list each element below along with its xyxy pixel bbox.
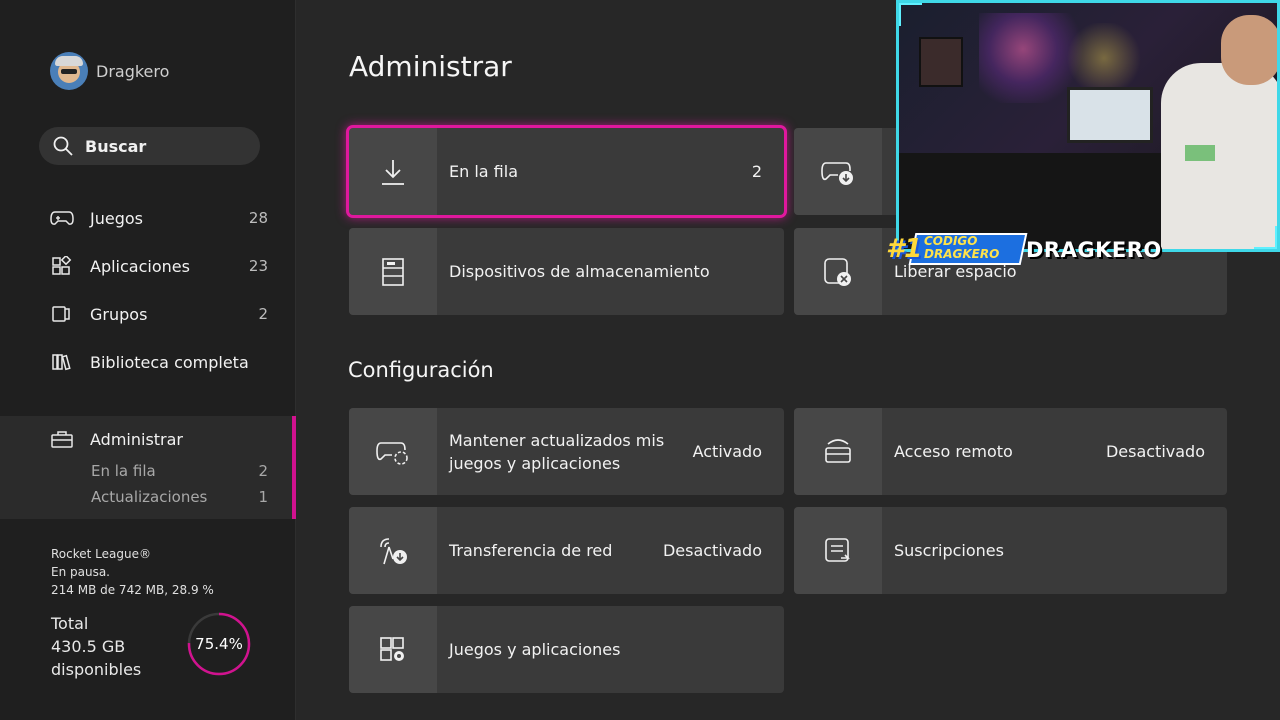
tile-label: Dispositivos de almacenamiento — [449, 262, 710, 281]
games-apps-settings-icon — [380, 636, 404, 661]
creator-code-banner: #1 CODIGO DRAGKERO DRAGKERO — [886, 230, 1176, 270]
controller-update-icon — [376, 441, 408, 465]
search-label: Buscar — [85, 136, 147, 156]
tile-value: Desactivado — [1105, 442, 1205, 461]
storage-summary: Total 430.5 GB disponibles — [51, 612, 141, 681]
groups-icon — [52, 306, 70, 322]
sidebar-subitem-queue[interactable]: En la fila 2 — [91, 462, 268, 480]
download-state: En pausa. — [51, 565, 110, 579]
banner-code: CODIGO DRAGKERO — [924, 235, 999, 261]
sidebar: Dragkero Buscar Juegos 28 Aplicaciones 2… — [0, 0, 296, 720]
tile-label: Mantener actualizados mis juegos y aplic… — [449, 430, 665, 473]
active-indicator — [292, 416, 296, 519]
tile-label: En la fila — [449, 162, 518, 181]
sidebar-item-games[interactable]: Juegos 28 — [50, 203, 268, 233]
banner-streamer-name: DRAGKERO — [1026, 238, 1162, 262]
sidebar-item-label: Grupos — [90, 304, 148, 324]
tile-value: Activado — [692, 442, 762, 461]
tile-label: Suscripciones — [894, 541, 1004, 560]
banner-code-line2: DRAGKERO — [924, 247, 1000, 261]
sidebar-item-label: Juegos — [90, 208, 143, 228]
briefcase-icon — [51, 431, 73, 448]
remote-access-icon — [825, 438, 851, 463]
sidebar-item-label: Administrar — [90, 429, 184, 449]
sidebar-item-count: 23 — [248, 257, 268, 275]
download-title: Rocket League® — [51, 547, 151, 561]
search-icon — [53, 136, 73, 156]
storage-device-icon — [382, 257, 404, 286]
storage-free: 430.5 GB — [51, 637, 126, 656]
sidebar-item-count: 2 — [258, 305, 268, 323]
storage-used-percent: 75.4% — [195, 635, 243, 653]
tile-remote-access[interactable]: Acceso remoto Desactivado — [794, 408, 1227, 495]
tile-label: Transferencia de red — [449, 541, 613, 560]
storage-total-label: Total — [51, 614, 89, 633]
tile-label: Acceso remoto — [894, 442, 1013, 461]
sidebar-subitem-label: Actualizaciones — [91, 488, 208, 506]
sidebar-subitem-label: En la fila — [91, 462, 156, 480]
page-title: Administrar — [349, 50, 512, 83]
sidebar-item-count: 28 — [248, 209, 268, 227]
streamer-person — [1161, 63, 1277, 249]
sidebar-item-library[interactable]: Biblioteca completa — [50, 347, 268, 377]
section-title-settings: Configuración — [348, 358, 494, 382]
tile-network-transfer[interactable]: Transferencia de red Desactivado — [349, 507, 784, 594]
network-transfer-icon — [380, 537, 407, 564]
subscriptions-icon — [825, 537, 850, 562]
sidebar-subitem-count: 2 — [258, 462, 268, 480]
search-button[interactable]: Buscar — [39, 127, 260, 165]
sidebar-subitem-count: 1 — [258, 488, 268, 506]
sidebar-item-groups[interactable]: Grupos 2 — [50, 299, 268, 329]
tile-value: 2 — [751, 162, 762, 181]
avatar — [50, 52, 88, 90]
download-status[interactable]: Rocket League® En pausa. 214 MB de 742 M… — [51, 545, 214, 599]
download-icon — [382, 159, 404, 185]
tile-games-apps-settings[interactable]: Juegos y aplicaciones — [349, 606, 784, 693]
sidebar-item-label: Biblioteca completa — [90, 352, 249, 372]
sidebar-subitem-updates[interactable]: Actualizaciones 1 — [91, 488, 268, 506]
controller-icon — [50, 211, 74, 225]
banner-rank: #1 — [886, 234, 923, 264]
controller-download-icon — [821, 161, 853, 185]
tile-queue[interactable]: En la fila 2 — [346, 125, 787, 218]
free-space-icon — [824, 257, 851, 286]
library-icon — [52, 354, 71, 371]
sidebar-item-label: Aplicaciones — [90, 256, 190, 276]
sidebar-item-manage[interactable]: Administrar En la fila 2 Actualizaciones… — [0, 416, 296, 519]
download-progress: 214 MB de 742 MB, 28.9 % — [51, 583, 214, 597]
monitor — [1067, 87, 1153, 143]
sidebar-item-apps[interactable]: Aplicaciones 23 — [50, 251, 268, 281]
storage-free-label: disponibles — [51, 660, 142, 679]
apps-icon — [52, 256, 72, 275]
tile-keep-updated[interactable]: Mantener actualizados mis juegos y aplic… — [349, 408, 784, 495]
tile-storage-devices[interactable]: Dispositivos de almacenamiento — [349, 228, 784, 315]
profile-name: Dragkero — [96, 61, 170, 81]
tile-value: Desactivado — [662, 541, 762, 560]
tile-label: Juegos y aplicaciones — [449, 640, 621, 659]
tile-subscriptions[interactable]: Suscripciones — [794, 507, 1227, 594]
profile[interactable]: Dragkero — [50, 52, 169, 90]
webcam-overlay — [896, 0, 1280, 252]
